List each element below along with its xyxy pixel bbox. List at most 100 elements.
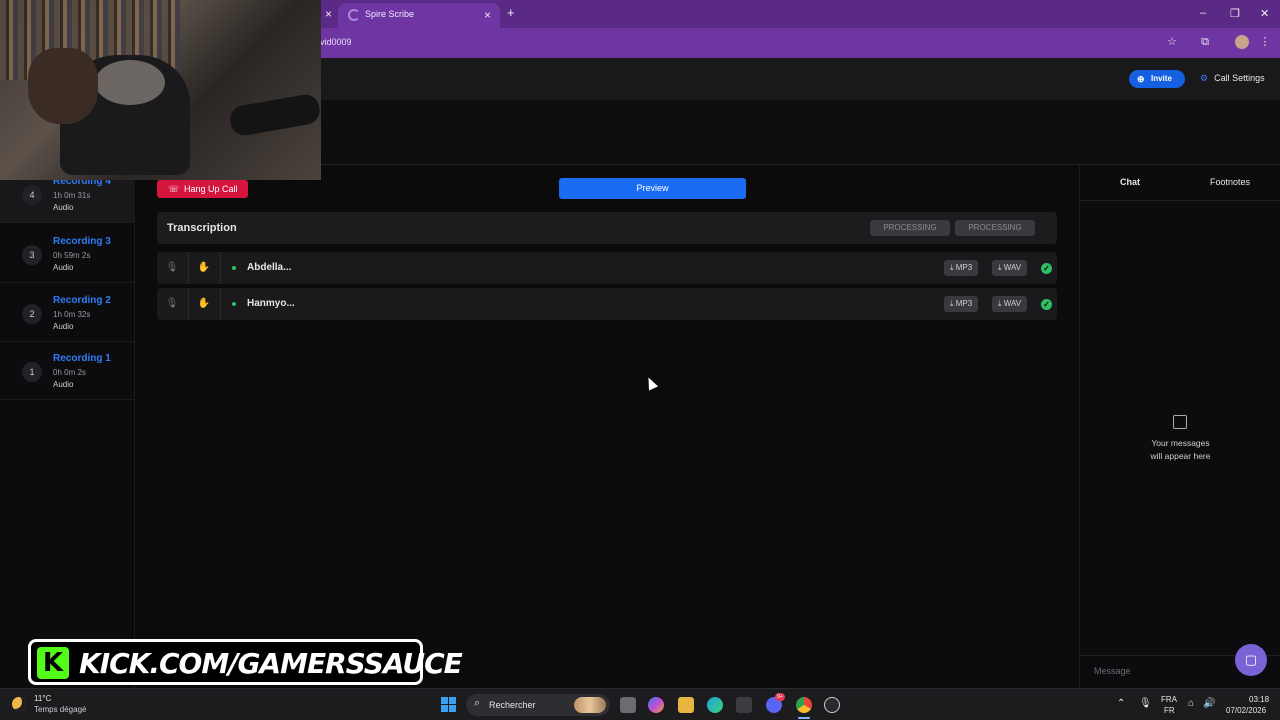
extensions-icon[interactable]: ⧉ (1199, 36, 1211, 48)
chrome-icon[interactable] (796, 697, 812, 713)
microphone-image (228, 92, 321, 138)
taskbar-search[interactable]: ⌕ Rechercher (466, 694, 610, 716)
minimize-icon[interactable]: – (1200, 7, 1206, 19)
webcam-overlay (0, 0, 321, 180)
download-wav-button[interactable]: ⤓ WAV (992, 296, 1028, 312)
file-explorer-icon[interactable] (678, 697, 694, 713)
online-status-dot (232, 266, 236, 270)
mp3-label: MP3 (955, 263, 973, 272)
microphone-tray-icon[interactable]: 🎙 (1139, 698, 1152, 709)
empty-line-1: Your messages (1151, 438, 1210, 448)
kick-overlay-banner: K KICK.COM/GAMERSSAUCE (28, 639, 463, 685)
support-chat-button[interactable]: ▢ (1235, 644, 1267, 676)
search-highlight-image (574, 697, 606, 713)
recording-type: Audio (53, 203, 74, 212)
message-input[interactable]: Message (1094, 666, 1131, 676)
processing-badge: PROCESSING (955, 220, 1035, 236)
online-status-dot (232, 302, 236, 306)
kick-url-text: KICK.COM/GAMERSSAUCE (79, 647, 463, 680)
tab-title: Spire Scribe (365, 9, 415, 19)
recording-item[interactable]: 2 Recording 2 1h 0m 32s Audio (0, 284, 135, 342)
recording-duration: 0h 0m 2s (53, 368, 86, 377)
weather-temp[interactable]: 11°C (34, 694, 51, 703)
download-wav-button[interactable]: ⤓ WAV (992, 260, 1028, 276)
mouse-cursor-icon (643, 375, 659, 391)
clock-date[interactable]: 07/02/2026 (1226, 706, 1266, 715)
preview-button[interactable]: Preview (559, 178, 746, 199)
mp3-label: MP3 (955, 299, 973, 308)
phone-hangup-icon: ☏ (168, 184, 180, 194)
recording-title: Recording 1 (53, 353, 111, 364)
download-mp3-button[interactable]: ⤓ MP3 (944, 296, 979, 312)
hand-icon[interactable]: ✋ (197, 297, 211, 311)
wav-label: WAV (1003, 263, 1022, 272)
restore-icon[interactable]: ❐ (1230, 7, 1240, 20)
new-tab-button[interactable]: + (507, 5, 515, 20)
copilot-icon[interactable] (648, 697, 664, 713)
tab-close-icon[interactable]: × (484, 8, 491, 22)
gear-icon: ⚙ (1200, 73, 1209, 83)
recording-number: 4 (22, 185, 42, 205)
close-tab-icon[interactable]: × (325, 7, 332, 21)
check-icon: ✓ (1041, 263, 1052, 274)
track-row: 🎙 ✋ Abdella... ⤓ MP3 ⤓ WAV ✓ (157, 252, 1057, 284)
download-mp3-button[interactable]: ⤓ MP3 (944, 260, 979, 276)
recording-type: Audio (53, 263, 74, 272)
participant-name: Hanmyo... (247, 298, 295, 309)
search-label: Rechercher (489, 700, 536, 710)
invite-button[interactable]: ⊕ Invite (1129, 70, 1185, 88)
empty-line-2: will appear here (1150, 451, 1211, 461)
participant-name: Abdella... (247, 262, 292, 273)
messages-icon (1173, 415, 1187, 429)
clock-time[interactable]: 03:18 (1249, 695, 1269, 704)
check-icon: ✓ (1041, 299, 1052, 310)
microphone-icon[interactable]: 🎙 (165, 261, 179, 275)
recording-item[interactable]: 1 Recording 1 0h 0m 2s Audio (0, 342, 135, 400)
more-menu-icon[interactable]: ⋮ (1259, 36, 1271, 48)
tab-chat[interactable]: Chat (1120, 177, 1140, 187)
spire-favicon-icon (348, 9, 360, 21)
volume-icon[interactable]: 🔊 (1203, 698, 1215, 709)
hang-up-call-button[interactable]: ☏ Hang Up Call (157, 180, 248, 198)
recordings-sidebar: 4 Recording 4 1h 0m 31s Audio 3 Recordin… (0, 165, 135, 688)
bookmark-star-icon[interactable]: ☆ (1166, 36, 1178, 48)
chat-panel: Chat Footnotes Your messages will appear… (1079, 165, 1280, 688)
microsoft-store-icon[interactable] (736, 697, 752, 713)
keyboard-layout[interactable]: FR (1164, 706, 1175, 715)
hang-up-label: Hang Up Call (184, 184, 238, 194)
profile-avatar[interactable] (1235, 35, 1249, 49)
notification-badge: 9+ (775, 693, 785, 701)
tab-footnotes[interactable]: Footnotes (1210, 177, 1250, 187)
add-user-icon: ⊕ (1137, 74, 1145, 84)
recording-type: Audio (53, 380, 74, 389)
windows-start-icon[interactable] (441, 697, 456, 712)
chat-bubble-icon: ▢ (1244, 652, 1258, 667)
weather-desc[interactable]: Temps dégagé (34, 705, 86, 714)
active-app-indicator (798, 717, 810, 719)
obs-icon[interactable] (824, 697, 840, 713)
recording-number: 1 (22, 362, 42, 382)
transcription-bar: Transcription PROCESSING PROCESSING (157, 212, 1057, 244)
divider (188, 252, 189, 284)
hand-icon[interactable]: ✋ (197, 261, 211, 275)
wav-label: WAV (1003, 299, 1022, 308)
chevron-up-icon[interactable]: ⌃ (1117, 698, 1125, 709)
task-view-icon[interactable] (620, 697, 636, 713)
call-settings-button[interactable]: ⚙ Call Settings (1200, 73, 1265, 84)
browser-tab-spire-scribe[interactable]: Spire Scribe × (338, 3, 500, 28)
recording-duration: 1h 0m 31s (53, 191, 91, 200)
url-text[interactable]: vid0009 (320, 37, 352, 47)
track-row: 🎙 ✋ Hanmyo... ⤓ MP3 ⤓ WAV ✓ (157, 288, 1057, 320)
window-close-icon[interactable]: ✕ (1260, 7, 1269, 20)
divider (220, 252, 221, 284)
divider (220, 288, 221, 320)
recording-item[interactable]: 3 Recording 3 0h 59m 2s Audio (0, 225, 135, 283)
person-head-image (28, 48, 98, 124)
language-code[interactable]: FRA (1161, 695, 1177, 704)
moon-weather-icon[interactable] (12, 697, 26, 711)
edge-icon[interactable] (707, 697, 723, 713)
divider (1080, 200, 1280, 201)
network-icon[interactable]: ⌂ (1188, 698, 1194, 709)
divider (188, 288, 189, 320)
microphone-icon[interactable]: 🎙 (165, 297, 179, 311)
